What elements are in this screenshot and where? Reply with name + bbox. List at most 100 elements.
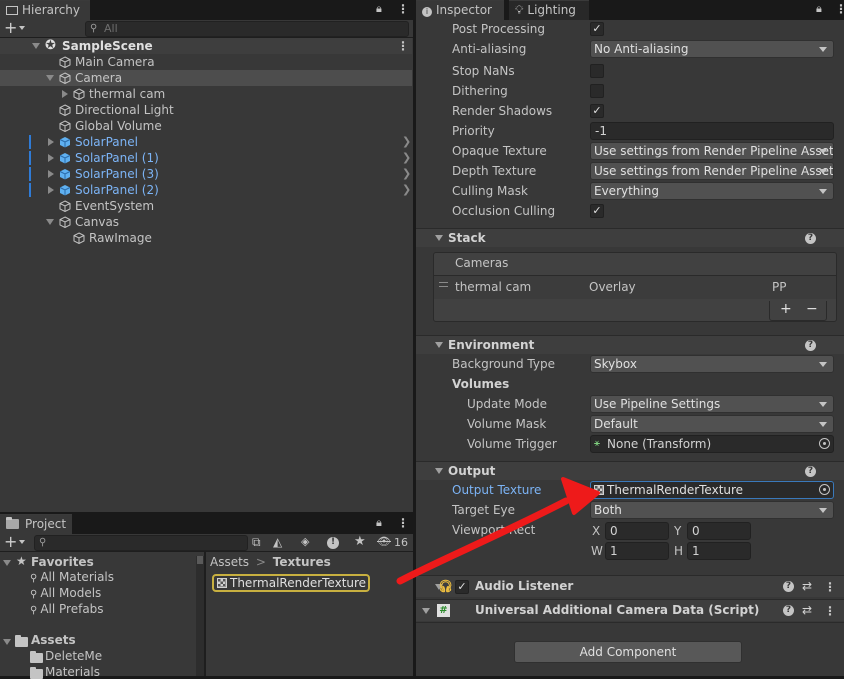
log-filter-icon[interactable]: ! xyxy=(327,537,339,549)
fold-arrow-icon[interactable] xyxy=(3,639,11,645)
object-picker-icon[interactable] xyxy=(819,438,830,449)
more-options-icon[interactable]: ⋮ xyxy=(397,3,409,15)
filter-by-type-icon[interactable]: ◭ xyxy=(273,535,282,549)
viewport-x-field[interactable]: 0 xyxy=(605,522,669,540)
hierarchy-item-camera[interactable]: Camera xyxy=(0,70,412,86)
fold-arrow-icon[interactable] xyxy=(435,235,443,241)
scene-more-icon[interactable]: ⋮ xyxy=(397,40,409,52)
fold-arrow-icon[interactable] xyxy=(48,170,54,178)
hierarchy-item-solarpanel-1[interactable]: SolarPanel (1) ❯ xyxy=(0,150,412,166)
more-options-icon[interactable]: ⋮ xyxy=(397,517,409,529)
output-section-header[interactable]: Output ? xyxy=(416,461,844,480)
fold-arrow-icon[interactable] xyxy=(435,468,443,474)
add-component-button[interactable]: Add Component xyxy=(514,641,742,663)
chevron-right-icon[interactable]: ❯ xyxy=(402,150,411,166)
tab-inspector[interactable]: i Inspector xyxy=(416,0,504,20)
create-dropdown-icon[interactable] xyxy=(19,26,25,30)
tab-hierarchy[interactable]: Hierarchy xyxy=(0,0,90,20)
audio-listener-enabled-checkbox[interactable]: ✓ xyxy=(455,580,469,594)
favorite-item[interactable]: ⚲ All Models xyxy=(30,586,101,602)
hierarchy-item-solarpanel-2[interactable]: SolarPanel (2) ❯ xyxy=(0,182,412,198)
volume-trigger-field[interactable]: ⚹ None (Transform) xyxy=(590,435,834,453)
help-icon[interactable]: ? xyxy=(783,605,794,616)
scene-row[interactable]: ✪ SampleScene ⋮ xyxy=(0,38,412,54)
hierarchy-item-main-camera[interactable]: Main Camera xyxy=(0,54,412,70)
chevron-right-icon[interactable]: ❯ xyxy=(402,134,411,150)
post-processing-checkbox[interactable]: ✓ xyxy=(590,22,604,36)
chevron-right-icon[interactable]: ❯ xyxy=(402,166,411,182)
background-type-dropdown[interactable]: Skybox xyxy=(590,355,834,373)
update-mode-dropdown[interactable]: Use Pipeline Settings xyxy=(590,395,834,413)
volume-mask-dropdown[interactable]: Default xyxy=(590,415,834,433)
hierarchy-item-solarpanel-3[interactable]: SolarPanel (3) ❯ xyxy=(0,166,412,182)
breadcrumb-textures[interactable]: Textures xyxy=(273,555,331,569)
breadcrumb-assets[interactable]: Assets xyxy=(210,555,249,569)
scrollbar-thumb[interactable] xyxy=(197,556,203,564)
create-plus-icon[interactable]: + xyxy=(4,18,17,37)
folder-item-materials[interactable]: Materials xyxy=(45,665,100,679)
more-options-icon[interactable]: ⋮ xyxy=(835,3,844,15)
create-dropdown-icon[interactable] xyxy=(19,540,25,544)
fold-arrow-icon[interactable] xyxy=(46,219,54,225)
fold-arrow-icon[interactable] xyxy=(46,75,54,81)
viewport-h-field[interactable]: 1 xyxy=(687,542,751,560)
stop-nans-checkbox[interactable] xyxy=(590,64,604,78)
tab-project[interactable]: Project xyxy=(0,514,72,534)
audio-listener-component-header[interactable]: 🎧︎ ✓ Audio Listener ? ⇄ ⋮ xyxy=(416,575,844,597)
lock-icon[interactable]: 🔒︎ xyxy=(376,2,382,16)
culling-mask-dropdown[interactable]: Everything xyxy=(590,182,834,200)
render-shadows-checkbox[interactable]: ✓ xyxy=(590,104,604,118)
target-eye-dropdown[interactable]: Both xyxy=(590,501,834,519)
add-camera-button[interactable]: + xyxy=(780,301,792,317)
anti-aliasing-dropdown[interactable]: No Anti-aliasing xyxy=(590,40,834,58)
hierarchy-search-input[interactable]: ⚲ All xyxy=(85,21,409,37)
urp-camera-data-component-header[interactable]: # Universal Additional Camera Data (Scri… xyxy=(416,599,844,621)
depth-texture-dropdown[interactable]: Use settings from Render Pipeline Asset xyxy=(590,162,834,180)
opaque-texture-dropdown[interactable]: Use settings from Render Pipeline Asset xyxy=(590,142,834,160)
panel-splitter[interactable] xyxy=(413,0,416,676)
filter-by-label-icon[interactable]: ◈ xyxy=(301,535,309,548)
favorite-star-icon[interactable]: ★ xyxy=(354,534,366,549)
presets-icon[interactable]: ⇄ xyxy=(802,600,812,621)
fold-arrow-icon[interactable] xyxy=(48,154,54,162)
fold-arrow-icon[interactable] xyxy=(422,608,430,614)
fold-arrow-icon[interactable] xyxy=(435,342,443,348)
fold-arrow-icon[interactable] xyxy=(62,90,68,98)
hierarchy-item-canvas[interactable]: Canvas xyxy=(0,214,412,230)
help-icon[interactable]: ? xyxy=(805,466,816,477)
favorite-item[interactable]: ⚲ All Materials xyxy=(30,570,114,586)
stack-section-header[interactable]: Stack ? xyxy=(416,228,844,247)
stack-camera-row[interactable]: thermal cam Overlay PP xyxy=(434,275,836,299)
create-plus-icon[interactable]: + xyxy=(4,532,17,551)
output-texture-field[interactable]: ThermalRenderTexture xyxy=(590,481,834,499)
folder-item-deleteme[interactable]: DeleteMe xyxy=(45,649,102,663)
tree-scrollbar[interactable] xyxy=(196,556,204,676)
component-more-icon[interactable]: ⋮ xyxy=(824,605,836,617)
fold-arrow-icon[interactable] xyxy=(48,138,54,146)
fold-arrow-icon[interactable] xyxy=(32,43,40,49)
fold-arrow-icon[interactable] xyxy=(48,186,54,194)
hierarchy-item-thermal-cam[interactable]: thermal cam xyxy=(0,86,412,102)
viewport-w-field[interactable]: 1 xyxy=(605,542,669,560)
hierarchy-item-directional-light[interactable]: Directional Light xyxy=(0,102,412,118)
lock-icon[interactable]: 🔒︎ xyxy=(816,2,822,16)
priority-field[interactable]: -1 xyxy=(590,122,834,140)
hierarchy-item-eventsystem[interactable]: EventSystem xyxy=(0,198,412,214)
search-by-type-icon[interactable]: ⧉ xyxy=(252,535,261,550)
hierarchy-item-rawimage[interactable]: RawImage xyxy=(0,230,412,246)
hidden-eye-icon[interactable]: 👁︎ xyxy=(377,535,391,548)
environment-section-header[interactable]: Environment ? xyxy=(416,335,844,354)
panel-splitter[interactable] xyxy=(0,512,413,514)
dithering-checkbox[interactable] xyxy=(590,84,604,98)
occlusion-culling-checkbox[interactable]: ✓ xyxy=(590,204,604,218)
favorite-item[interactable]: ⚲ All Prefabs xyxy=(30,602,104,618)
viewport-y-field[interactable]: 0 xyxy=(687,522,751,540)
drag-handle-icon[interactable] xyxy=(439,282,448,287)
help-icon[interactable]: ? xyxy=(783,581,794,592)
component-more-icon[interactable]: ⋮ xyxy=(824,581,836,593)
remove-camera-button[interactable]: − xyxy=(806,301,818,317)
help-icon[interactable]: ? xyxy=(805,340,816,351)
lock-icon[interactable]: 🔒︎ xyxy=(376,516,382,530)
project-search-input[interactable]: ⚲ xyxy=(34,535,248,551)
tab-lighting[interactable]: 💡︎ Lighting xyxy=(509,0,589,20)
